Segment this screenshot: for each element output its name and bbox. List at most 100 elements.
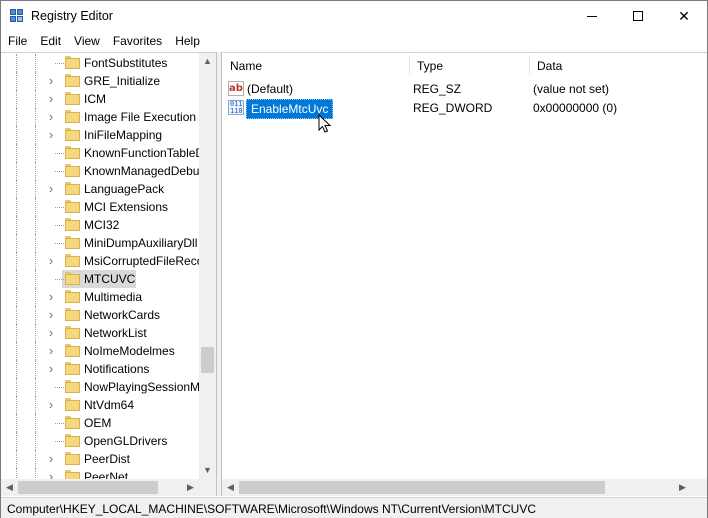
expand-chevron-icon[interactable]: ›	[46, 182, 56, 195]
scrollbar-corner	[691, 479, 707, 496]
expand-chevron-icon[interactable]: ›	[46, 254, 56, 267]
expand-chevron-icon[interactable]: ›	[46, 398, 56, 411]
tree-guide-line	[35, 126, 36, 144]
tree-item[interactable]: › GRE_Initialize	[1, 72, 199, 90]
folder-icon	[65, 164, 80, 177]
value-row-enablemtcuvc[interactable]: 011 110 EnableMtcUvc REG_DWORD 0x0000000…	[222, 98, 707, 119]
folder-icon	[65, 470, 80, 479]
menu-help[interactable]: Help	[168, 31, 206, 51]
tree-guide-line	[16, 144, 17, 162]
expand-chevron-icon[interactable]: ›	[46, 290, 56, 303]
tree-horizontal-scrollbar[interactable]: ◀ ▶	[1, 479, 199, 496]
tree-guide-line	[55, 171, 64, 172]
tree-vscroll-thumb[interactable]	[201, 347, 214, 373]
folder-icon	[65, 308, 80, 321]
column-header-name[interactable]: Name	[222, 53, 409, 77]
scroll-left-icon[interactable]: ◀	[1, 479, 18, 496]
tree-guide-line	[16, 432, 17, 450]
tree-item[interactable]: MCI Extensions	[1, 198, 199, 216]
tree-item[interactable]: › MsiCorruptedFileReco	[1, 252, 199, 270]
tree-item-label: NowPlayingSessionM	[84, 380, 199, 394]
registry-path: Computer\HKEY_LOCAL_MACHINE\SOFTWARE\Mic…	[7, 502, 537, 516]
tree-item[interactable]: MCI32	[1, 216, 199, 234]
value-row-default[interactable]: ab (Default) REG_SZ (value not set)	[222, 79, 707, 98]
tree-item[interactable]: › Notifications	[1, 360, 199, 378]
tree-guide-line	[35, 144, 36, 162]
title-bar[interactable]: Registry Editor ✕	[1, 1, 707, 31]
tree-item-label: MsiCorruptedFileReco	[84, 254, 199, 268]
scroll-left-icon[interactable]: ◀	[222, 479, 239, 496]
tree-item-label: KnownManagedDebu	[84, 164, 199, 178]
scroll-down-icon[interactable]: ▼	[199, 462, 216, 479]
folder-icon	[65, 344, 80, 357]
tree-item[interactable]: › IniFileMapping	[1, 126, 199, 144]
tree-guide-line	[55, 63, 64, 64]
tree-guide-line	[55, 243, 64, 244]
tree-item-label: Multimedia	[84, 290, 143, 304]
menu-favorites[interactable]: Favorites	[106, 31, 168, 51]
tree-guide-line	[16, 468, 17, 479]
tree-item-label: GRE_Initialize	[84, 74, 161, 88]
list-horizontal-scrollbar[interactable]: ◀ ▶	[222, 479, 691, 496]
tree-item[interactable]: › NtVdm64	[1, 396, 199, 414]
tree-item[interactable]: MiniDumpAuxiliaryDll	[1, 234, 199, 252]
mouse-pointer-icon	[318, 114, 332, 133]
tree-item[interactable]: MTCUVC	[1, 270, 199, 288]
tree-item[interactable]: OpenGLDrivers	[1, 432, 199, 450]
column-header-data[interactable]: Data	[529, 53, 707, 77]
tree-item[interactable]: KnownFunctionTableDl	[1, 144, 199, 162]
tree-item[interactable]: › PeerDist	[1, 450, 199, 468]
tree-guide-line	[35, 324, 36, 342]
expand-chevron-icon[interactable]: ›	[46, 308, 56, 321]
tree-guide-line	[35, 234, 36, 252]
tree-item[interactable]: › ICM	[1, 90, 199, 108]
tree-hscroll-thumb[interactable]	[18, 481, 158, 494]
tree-guide-line	[16, 396, 17, 414]
list-hscroll-thumb[interactable]	[239, 481, 605, 494]
scroll-up-icon[interactable]: ▲	[199, 53, 216, 70]
tree-guide-line	[16, 360, 17, 378]
tree-item[interactable]: KnownManagedDebu	[1, 162, 199, 180]
expand-chevron-icon[interactable]: ›	[46, 362, 56, 375]
menu-file[interactable]: File	[1, 31, 33, 51]
tree-item-label: MCI Extensions	[84, 200, 169, 214]
maximize-button[interactable]	[615, 1, 661, 31]
menu-edit[interactable]: Edit	[33, 31, 67, 51]
tree-item[interactable]: › Multimedia	[1, 288, 199, 306]
column-header-type[interactable]: Type	[409, 53, 529, 77]
folder-icon	[65, 110, 80, 123]
expand-chevron-icon[interactable]: ›	[46, 128, 56, 141]
registry-key-tree[interactable]: FontSubstitutes › GRE_Initialize › ICM › Image…	[1, 52, 217, 496]
registry-values-list[interactable]: Name Type Data ab (Default) REG_SZ (valu…	[221, 52, 707, 496]
tree-item[interactable]: › NetworkList	[1, 324, 199, 342]
tree-item[interactable]: › NoImeModelmes	[1, 342, 199, 360]
expand-chevron-icon[interactable]: ›	[46, 344, 56, 357]
tree-item[interactable]: › Image File Execution O	[1, 108, 199, 126]
tree-item[interactable]: › PeerNet	[1, 468, 199, 479]
scroll-right-icon[interactable]: ▶	[182, 479, 199, 496]
expand-chevron-icon[interactable]: ›	[46, 92, 56, 105]
tree-item-label: KnownFunctionTableDl	[84, 146, 199, 160]
tree-vertical-scrollbar[interactable]: ▲ ▼	[199, 53, 216, 479]
expand-chevron-icon[interactable]: ›	[46, 470, 56, 479]
tree-item[interactable]: NowPlayingSessionM	[1, 378, 199, 396]
tree-item[interactable]: FontSubstitutes	[1, 54, 199, 72]
menu-view[interactable]: View	[67, 31, 106, 51]
tree-item[interactable]: › LanguagePack	[1, 180, 199, 198]
expand-chevron-icon[interactable]: ›	[46, 452, 56, 465]
list-header: Name Type Data	[222, 53, 707, 77]
tree-guide-line	[35, 90, 36, 108]
expand-chevron-icon[interactable]: ›	[46, 74, 56, 87]
minimize-button[interactable]	[569, 1, 615, 31]
tree-guide-line	[35, 342, 36, 360]
tree-item[interactable]: › NetworkCards	[1, 306, 199, 324]
folder-icon	[65, 92, 80, 105]
tree-item[interactable]: OEM	[1, 414, 199, 432]
scroll-right-icon[interactable]: ▶	[674, 479, 691, 496]
tree-guide-line	[55, 153, 64, 154]
close-button[interactable]: ✕	[661, 1, 707, 31]
tree-item-label: PeerDist	[84, 452, 131, 466]
tree-item-label: MCI32	[84, 218, 120, 232]
expand-chevron-icon[interactable]: ›	[46, 326, 56, 339]
expand-chevron-icon[interactable]: ›	[46, 110, 56, 123]
